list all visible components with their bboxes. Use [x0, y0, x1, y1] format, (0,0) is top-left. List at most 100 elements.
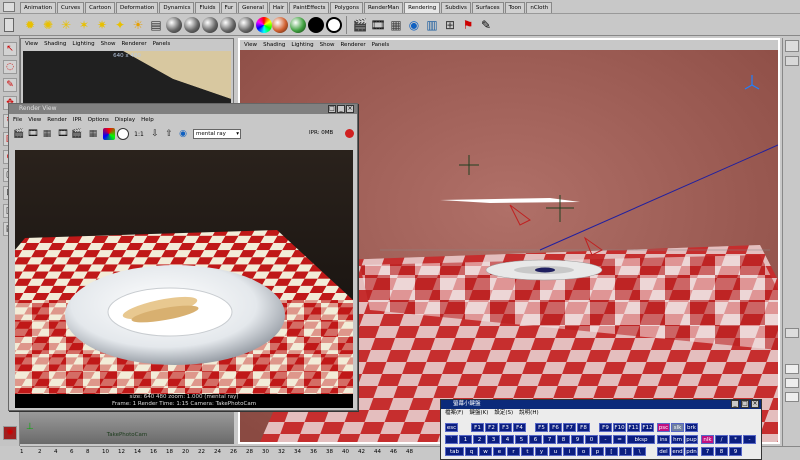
minimize-button[interactable]: _ [337, 105, 345, 113]
render-settings-icon[interactable]: ▦ [87, 128, 99, 140]
refresh-ipr-icon[interactable]: 🎬 [71, 128, 83, 140]
paint-brush-icon[interactable]: ✎ [478, 17, 494, 33]
shelf-tab[interactable]: Cartoon [85, 2, 115, 13]
directional-light-icon[interactable]: ✺ [40, 17, 56, 33]
keyboard-key[interactable]: 2 [473, 435, 486, 444]
panel-menu-item[interactable]: Panels [372, 40, 390, 50]
channel-box-button[interactable] [785, 40, 799, 52]
shelf-tab[interactable]: Hair [268, 2, 289, 13]
keyboard-key[interactable]: 8 [557, 435, 570, 444]
keyboard-key[interactable]: q [465, 447, 478, 456]
keyboard-key[interactable]: F11 [627, 423, 640, 432]
stop-render-icon[interactable] [345, 129, 354, 138]
keyboard-key[interactable]: 7 [543, 435, 556, 444]
shelf-tab[interactable]: Curves [57, 2, 85, 13]
remove-image-icon[interactable]: ⇧ [163, 128, 175, 140]
keyboard-key[interactable]: w [479, 447, 492, 456]
point-light-icon[interactable]: ✳ [58, 17, 74, 33]
renderer-select[interactable]: mental ray ▾ [193, 129, 241, 139]
phonge-sphere-icon[interactable] [220, 17, 236, 33]
keyboard-titlebar[interactable]: 螢幕小鍵盤 _ □ × [441, 400, 761, 409]
zoom-ratio-button[interactable]: 1:1 [133, 128, 145, 140]
keyboard-key[interactable]: F2 [485, 423, 498, 432]
render-globals-icon[interactable]: ◉ [177, 128, 189, 140]
layer-visibility-toggle[interactable] [785, 364, 799, 374]
keyboard-key[interactable]: = [613, 435, 626, 444]
channel-box-tab[interactable] [785, 56, 799, 66]
keyboard-key[interactable]: - [599, 435, 612, 444]
black-sphere-icon[interactable] [308, 17, 324, 33]
minimize-button[interactable]: _ [731, 400, 739, 408]
keyboard-menu-item[interactable]: 鍵盤(K) [469, 410, 488, 416]
layer-visibility-toggle[interactable] [785, 392, 799, 402]
shelf-tab[interactable]: Subdivs [441, 2, 471, 13]
keyboard-key[interactable]: F1 [471, 423, 484, 432]
render-view-titlebar[interactable]: Render View _ × □ [9, 104, 357, 114]
keyboard-key[interactable]: [ [605, 447, 618, 456]
keyboard-key[interactable]: F6 [549, 423, 562, 432]
keyboard-key[interactable]: e [493, 447, 506, 456]
keyboard-key[interactable]: slk [671, 423, 684, 432]
ipr-render-icon[interactable]: 🎞 [370, 17, 386, 33]
render-flag-icon[interactable]: ⚑ [460, 17, 476, 33]
sun-light-icon[interactable]: ☀ [130, 17, 146, 33]
shelf-tab[interactable]: Deformation [116, 2, 159, 13]
keyboard-key[interactable]: 4 [501, 435, 514, 444]
shelf-tab[interactable]: Toon [504, 2, 526, 13]
keyboard-key[interactable]: 3 [487, 435, 500, 444]
keyboard-key[interactable]: F9 [599, 423, 612, 432]
hypershade-icon[interactable]: ▤ [148, 17, 164, 33]
shelf-tab[interactable]: Dynamics [159, 2, 195, 13]
panel-menu-item[interactable]: Show [101, 39, 116, 49]
display-alpha-icon[interactable] [117, 128, 129, 140]
keyboard-key[interactable]: del [657, 447, 670, 456]
keyboard-key[interactable]: p [591, 447, 604, 456]
shelf-tab[interactable]: Fluids [195, 2, 220, 13]
keyboard-key[interactable]: bksp [627, 435, 655, 444]
shelf-options-icon[interactable] [4, 18, 14, 32]
render-view-menu-item[interactable]: View [28, 115, 41, 125]
keyboard-key[interactable]: o [577, 447, 590, 456]
close-button[interactable]: × [751, 400, 759, 408]
shelf-tab[interactable]: Fur [220, 2, 238, 13]
layer-visibility-toggle[interactable] [785, 378, 799, 388]
keyboard-key[interactable]: F8 [577, 423, 590, 432]
keyboard-key[interactable]: F12 [641, 423, 654, 432]
render-frame-icon[interactable]: 🎬 [352, 17, 368, 33]
keyboard-key[interactable]: / [715, 435, 728, 444]
select-tool-icon[interactable]: ↖ [3, 42, 17, 56]
camera-viewport[interactable]: 640 x 480 [23, 51, 231, 107]
volume-light-icon[interactable]: ✦ [112, 17, 128, 33]
shelf-tab[interactable]: nCloth [526, 2, 553, 13]
keyboard-key[interactable]: 9 [571, 435, 584, 444]
keyboard-menu-item[interactable]: 設定(S) [494, 410, 513, 416]
layered-sphere-icon[interactable] [272, 17, 288, 33]
light-linking-icon[interactable]: ⊞ [442, 17, 458, 33]
display-rgb-icon[interactable] [103, 128, 115, 140]
panel-menu-item[interactable]: Shading [44, 39, 66, 49]
shelf-tab[interactable]: Rendering [404, 2, 441, 13]
keyboard-key[interactable]: brk [685, 423, 698, 432]
close-button[interactable]: × [346, 105, 354, 113]
keyboard-key[interactable]: i [563, 447, 576, 456]
keyboard-key[interactable]: F3 [499, 423, 512, 432]
keyboard-key[interactable]: ins [657, 435, 670, 444]
shelf-tab[interactable]: Surfaces [471, 2, 504, 13]
panel-menu-item[interactable]: View [25, 39, 38, 49]
shelf-tab[interactable]: RenderMan [363, 2, 404, 13]
lambert-sphere-icon[interactable] [166, 17, 182, 33]
keyboard-key[interactable]: - [743, 435, 756, 444]
keyboard-key[interactable]: hm [671, 435, 684, 444]
keyboard-key[interactable]: tab [445, 447, 464, 456]
keyboard-key[interactable]: nlk [701, 435, 714, 444]
keyboard-key[interactable]: t [521, 447, 534, 456]
bottom-left-viewport[interactable]: TakePhotoCam ⊥ [20, 412, 234, 444]
keyboard-key[interactable]: 6 [529, 435, 542, 444]
keyboard-key[interactable]: ] [619, 447, 632, 456]
keyboard-key[interactable]: ` [445, 435, 458, 444]
area-light-icon[interactable]: ✷ [94, 17, 110, 33]
render-region-icon[interactable]: 🎞 [27, 128, 39, 140]
keep-image-icon[interactable]: ⇩ [149, 128, 161, 140]
panel-menu-item[interactable]: Shading [263, 40, 285, 50]
keyboard-key[interactable]: F7 [563, 423, 576, 432]
